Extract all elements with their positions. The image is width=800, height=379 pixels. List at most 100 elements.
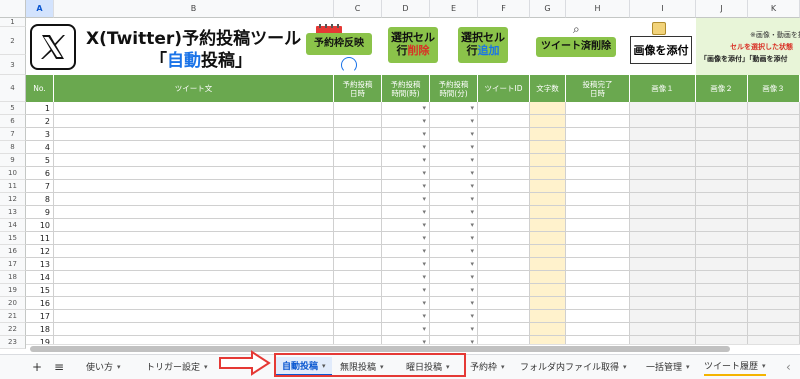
- cell-char-count[interactable]: [530, 284, 566, 297]
- cell-image-2[interactable]: [696, 297, 748, 310]
- cell-image-3[interactable]: [748, 284, 800, 297]
- col-header-f[interactable]: F: [478, 0, 530, 18]
- cell-post-hour[interactable]: [382, 232, 430, 245]
- col-header-j[interactable]: J: [696, 0, 748, 18]
- cell-image-3[interactable]: [748, 219, 800, 232]
- sheet-tab[interactable]: 使い方 ▾: [86, 357, 121, 376]
- row-header[interactable]: 7: [0, 128, 26, 141]
- cell-post-datetime[interactable]: [334, 232, 382, 245]
- cell-image-2[interactable]: [696, 323, 748, 336]
- cell-tweet-text[interactable]: [54, 180, 334, 193]
- cell-post-minute[interactable]: [430, 271, 478, 284]
- cell-char-count[interactable]: [530, 323, 566, 336]
- cell-tweet-text[interactable]: [54, 206, 334, 219]
- cell-tweet-id[interactable]: [478, 232, 530, 245]
- cell-post-minute[interactable]: [430, 323, 478, 336]
- cell-image-1[interactable]: [630, 258, 696, 271]
- cell-char-count[interactable]: [530, 167, 566, 180]
- cell-done-datetime[interactable]: [566, 245, 630, 258]
- cell-image-3[interactable]: [748, 102, 800, 115]
- attach-image-button[interactable]: 画像を添付: [630, 36, 692, 64]
- cell-tweet-text[interactable]: [54, 310, 334, 323]
- cell-tweet-id[interactable]: [478, 271, 530, 284]
- cell-done-datetime[interactable]: [566, 219, 630, 232]
- delete-tweeted-button[interactable]: ツイート済削除: [536, 37, 616, 57]
- cell-tweet-text[interactable]: [54, 271, 334, 284]
- cell-post-hour[interactable]: [382, 180, 430, 193]
- cell-post-datetime[interactable]: [334, 102, 382, 115]
- cell-no[interactable]: 15: [26, 284, 54, 297]
- cell-post-hour[interactable]: [382, 219, 430, 232]
- cell-post-datetime[interactable]: [334, 258, 382, 271]
- cell-no[interactable]: 17: [26, 310, 54, 323]
- cell-image-2[interactable]: [696, 102, 748, 115]
- cell-post-datetime[interactable]: [334, 271, 382, 284]
- cell-tweet-text[interactable]: [54, 128, 334, 141]
- cell-post-minute[interactable]: [430, 128, 478, 141]
- cell-post-datetime[interactable]: [334, 128, 382, 141]
- cell-image-2[interactable]: [696, 128, 748, 141]
- cell-no[interactable]: 1: [26, 102, 54, 115]
- cell-tweet-text[interactable]: [54, 102, 334, 115]
- cell-post-hour[interactable]: [382, 115, 430, 128]
- chevron-down-icon[interactable]: ▾: [204, 363, 208, 371]
- col-header-d[interactable]: D: [382, 0, 430, 18]
- row-header-2[interactable]: 2: [0, 27, 26, 55]
- cell-char-count[interactable]: [530, 206, 566, 219]
- cell-tweet-id[interactable]: [478, 128, 530, 141]
- cell-image-1[interactable]: [630, 284, 696, 297]
- cell-post-datetime[interactable]: [334, 206, 382, 219]
- cell-char-count[interactable]: [530, 128, 566, 141]
- row-header[interactable]: 9: [0, 154, 26, 167]
- cell-tweet-id[interactable]: [478, 219, 530, 232]
- cell-char-count[interactable]: [530, 154, 566, 167]
- cell-no[interactable]: 3: [26, 128, 54, 141]
- cell-tweet-text[interactable]: [54, 258, 334, 271]
- cell-no[interactable]: 8: [26, 193, 54, 206]
- row-header-4[interactable]: 4: [0, 75, 26, 102]
- cell-char-count[interactable]: [530, 310, 566, 323]
- col-header-a[interactable]: A: [26, 0, 54, 18]
- col-header-b[interactable]: B: [54, 0, 334, 18]
- cell-image-1[interactable]: [630, 102, 696, 115]
- cell-char-count[interactable]: [530, 180, 566, 193]
- cell-image-3[interactable]: [748, 141, 800, 154]
- cell-done-datetime[interactable]: [566, 284, 630, 297]
- cell-tweet-text[interactable]: [54, 323, 334, 336]
- cell-post-hour[interactable]: [382, 102, 430, 115]
- row-header[interactable]: 10: [0, 167, 26, 180]
- cell-no[interactable]: 9: [26, 206, 54, 219]
- cell-image-2[interactable]: [696, 258, 748, 271]
- col-header-i[interactable]: I: [630, 0, 696, 18]
- cell-post-hour[interactable]: [382, 167, 430, 180]
- cell-image-3[interactable]: [748, 232, 800, 245]
- cell-image-1[interactable]: [630, 232, 696, 245]
- cell-image-2[interactable]: [696, 154, 748, 167]
- cell-image-1[interactable]: [630, 180, 696, 193]
- add-selected-rows-button[interactable]: 選択セル 行追加: [458, 27, 508, 63]
- cell-image-3[interactable]: [748, 271, 800, 284]
- cell-post-datetime[interactable]: [334, 193, 382, 206]
- cell-done-datetime[interactable]: [566, 297, 630, 310]
- sheet-tab[interactable]: 一括管理 ▾: [646, 357, 690, 376]
- cell-tweet-id[interactable]: [478, 245, 530, 258]
- cell-tweet-id[interactable]: [478, 323, 530, 336]
- cell-post-minute[interactable]: [430, 180, 478, 193]
- cell-char-count[interactable]: [530, 115, 566, 128]
- cell-done-datetime[interactable]: [566, 167, 630, 180]
- cell-char-count[interactable]: [530, 271, 566, 284]
- cell-tweet-text[interactable]: [54, 219, 334, 232]
- sheet-tab[interactable]: 予約枠 ▾: [470, 357, 505, 376]
- row-header[interactable]: 5: [0, 102, 26, 115]
- row-header[interactable]: 18: [0, 271, 26, 284]
- cell-done-datetime[interactable]: [566, 258, 630, 271]
- cell-no[interactable]: 7: [26, 180, 54, 193]
- add-sheet-icon[interactable]: +: [32, 357, 42, 376]
- cell-post-hour[interactable]: [382, 128, 430, 141]
- cell-post-datetime[interactable]: [334, 167, 382, 180]
- col-header-h[interactable]: H: [566, 0, 630, 18]
- cell-image-3[interactable]: [748, 258, 800, 271]
- cell-image-2[interactable]: [696, 115, 748, 128]
- cell-image-2[interactable]: [696, 141, 748, 154]
- row-header[interactable]: 11: [0, 180, 26, 193]
